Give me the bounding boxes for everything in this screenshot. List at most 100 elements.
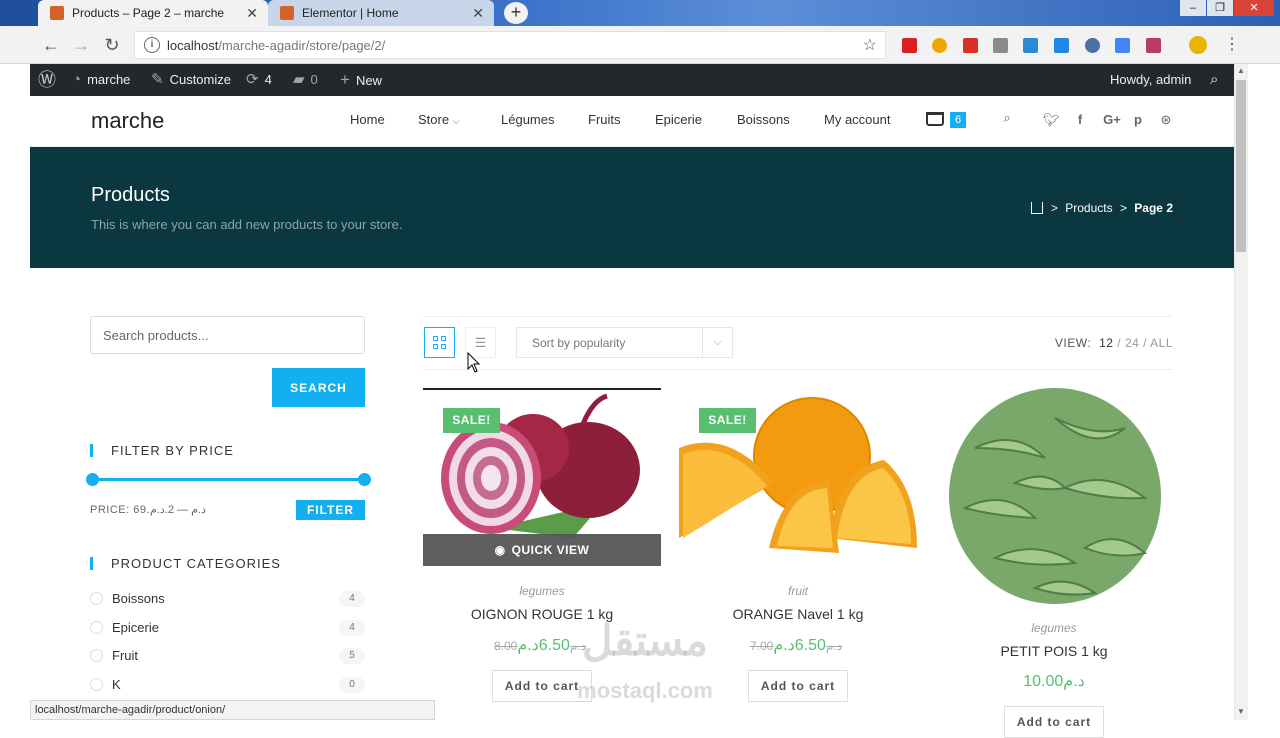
grid-view-button[interactable] [424,327,455,358]
search-button[interactable]: SEARCH [272,368,365,407]
admin-search-icon[interactable]: ⌕ [1210,64,1218,96]
sort-select[interactable]: Sort by popularity ⌵ [516,327,733,358]
category-item[interactable]: Boissons 4 [90,589,365,609]
menu-store[interactable]: Store ⌵ [418,112,460,127]
extension-arrow-icon[interactable] [1054,38,1069,53]
admin-account-link[interactable]: Howdy, admin [1110,64,1191,96]
reload-icon[interactable]: ↻ [101,34,123,56]
category-item[interactable]: Fruit 5 [90,646,365,666]
sale-badge: SALE! [699,408,756,433]
page-subtitle: This is where you can add new products t… [91,217,403,232]
maximize-icon[interactable]: ❐ [1207,0,1233,16]
dribbble-icon[interactable]: ⊛ [1158,112,1174,128]
admin-customize-link[interactable]: ✎ Customize [151,64,231,96]
google-plus-icon[interactable]: G+ [1101,112,1123,127]
tab-products[interactable]: Products – Page 2 – marche ✕ [38,0,268,26]
extension-s-icon[interactable] [1023,38,1038,53]
info-icon[interactable]: i [144,37,160,53]
price-slider-max-handle[interactable] [358,473,371,486]
extension-translate-icon[interactable] [1115,38,1130,53]
browser-menu-icon[interactable]: ⋮ [1224,34,1240,54]
breadcrumb-products[interactable]: Products [1065,201,1112,215]
browser-tab-strip: Products – Page 2 – marche ✕ Elementor |… [0,0,1280,26]
extension-shield-icon[interactable] [932,38,947,53]
watermark-arabic: مستقل [582,617,708,664]
site-logo[interactable]: marche [91,108,164,134]
product-image[interactable] [935,388,1173,608]
twitter-icon[interactable]: 🐦︎ [1043,112,1060,128]
product-title[interactable]: PETIT POIS 1 kg [935,643,1173,659]
minimize-icon[interactable]: – [1180,0,1206,16]
quick-view-button[interactable]: ◉ QUICK VIEW [423,534,661,566]
extension-box-icon[interactable] [1146,38,1161,53]
admin-site-link[interactable]: ◔ marche [72,64,130,96]
menu-fruits[interactable]: Fruits [588,112,621,127]
browser-toolbar: ← → ↻ i localhost/marche-agadir/store/pa… [0,26,1280,64]
extension-globe-icon[interactable] [1085,38,1100,53]
pinterest-icon[interactable]: p [1130,112,1146,127]
view-option-24[interactable]: 24 [1125,336,1139,350]
bookmark-star-icon[interactable]: ☆ [863,35,877,55]
scroll-up-icon[interactable]: ▲ [1236,66,1246,75]
add-to-cart-button[interactable]: Add to cart [1004,706,1104,738]
product-category[interactable]: legumes [935,621,1173,635]
product-image[interactable]: SALE! ◉ QUICK VIEW [423,388,661,566]
page-title: Products [91,184,170,206]
add-to-cart-button[interactable]: Add to cart [748,670,848,702]
product-card: SALE! fruit ORANGE Navel 1 kg 7.00د.م6.5… [679,388,917,728]
address-bar[interactable]: i localhost/marche-agadir/store/page/2/ … [134,31,886,59]
menu-my-account[interactable]: My account [824,112,890,127]
dashboard-icon: ◔ [72,71,82,88]
forward-icon[interactable]: → [70,34,92,56]
tab-elementor[interactable]: Elementor | Home ✕ [268,0,494,26]
new-tab-button[interactable]: + [504,2,528,24]
menu-home[interactable]: Home [350,112,385,127]
search-input[interactable] [90,316,365,354]
comment-icon: ▰ [293,71,305,88]
window-controls: – ❐ ✕ [1179,0,1274,18]
filter-button[interactable]: FILTER [296,500,365,520]
extension-ae-icon[interactable] [902,38,917,53]
close-tab-icon[interactable]: ✕ [246,0,258,26]
view-option-12[interactable]: 12 [1099,336,1113,350]
admin-updates-link[interactable]: ⟳ 4 [246,64,272,96]
search-icon[interactable]: ⌕ [999,110,1015,126]
back-icon[interactable]: ← [40,34,62,56]
extension-image-icon[interactable] [993,38,1008,53]
scrollbar-thumb[interactable] [1236,80,1246,252]
sort-selected-value: Sort by popularity [532,336,626,350]
price-slider-min-handle[interactable] [86,473,99,486]
close-tab-icon[interactable]: ✕ [472,0,484,26]
url-text: localhost/marche-agadir/store/page/2/ [167,38,386,53]
profile-avatar-icon[interactable] [1189,36,1207,54]
scroll-down-icon[interactable]: ▼ [1236,707,1246,716]
extension-download-icon[interactable] [963,38,978,53]
price-slider-track[interactable] [92,478,364,481]
mouse-cursor-icon [467,352,481,373]
category-item[interactable]: Epicerie 4 [90,618,365,638]
home-icon[interactable] [1030,202,1043,214]
menu-legumes[interactable]: Légumes [501,112,554,127]
wordpress-logo-icon[interactable]: Ⓦ [38,64,62,96]
filter-by-price-title: FILTER BY PRICE [90,444,234,457]
menu-epicerie[interactable]: Epicerie [655,112,702,127]
radio-icon [90,678,103,691]
product-card: SALE! ◉ QUICK VIEW legumes OIGNON ROUGE 1… [423,388,661,728]
wp-admin-bar: Ⓦ ◔ marche ✎ Customize ⟳ 4 ▰ 0 + New Howdy, a… [30,64,1234,96]
category-count: 4 [339,591,365,607]
category-item[interactable]: K0 [90,675,365,695]
status-bar-url: localhost/marche-agadir/product/onion/ [30,700,435,720]
facebook-icon[interactable]: f [1072,112,1088,127]
tab-title: Elementor | Home [302,6,399,20]
admin-new-link[interactable]: + New [340,64,382,96]
admin-comments-link[interactable]: ▰ 0 [293,64,318,96]
product-image[interactable]: SALE! [679,388,917,566]
product-category[interactable]: legumes [423,584,661,598]
close-window-icon[interactable]: ✕ [1234,0,1274,16]
cart-button[interactable]: 6 [926,110,972,132]
updates-icon: ⟳ [246,71,259,88]
view-option-all[interactable]: ALL [1150,336,1173,350]
xampp-favicon-icon [280,6,294,20]
product-category[interactable]: fruit [679,584,917,598]
menu-boissons[interactable]: Boissons [737,112,790,127]
